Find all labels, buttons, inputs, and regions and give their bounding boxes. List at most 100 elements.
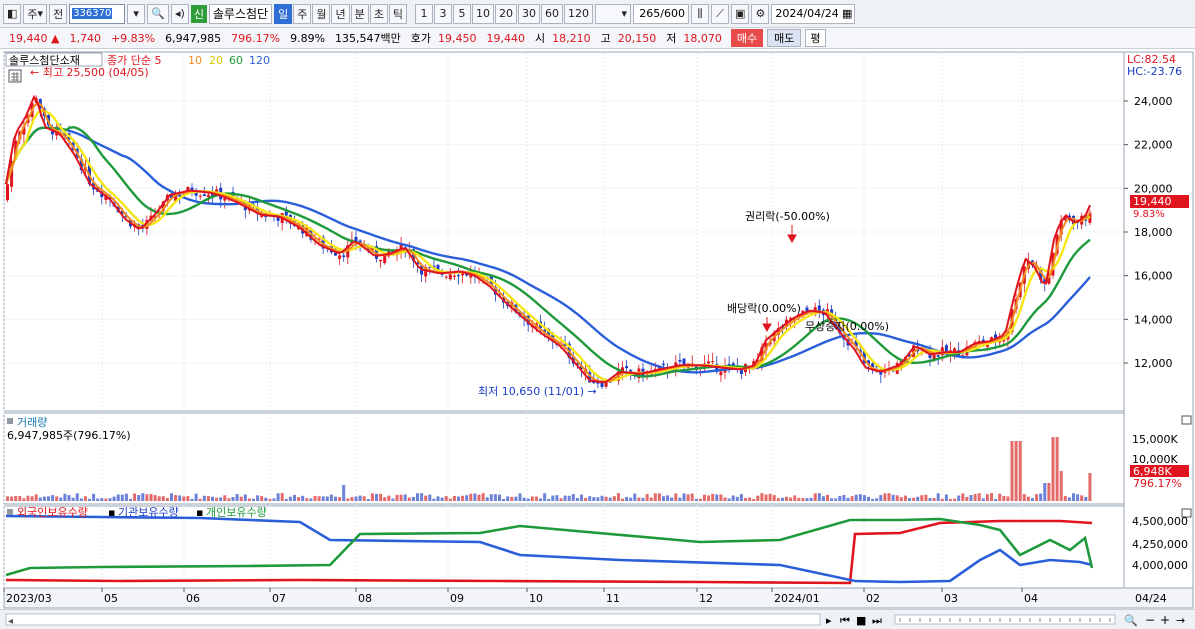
volume-bar <box>625 496 629 501</box>
stock-name: 솔루스첨단 <box>208 3 273 24</box>
volume-bar <box>748 497 752 501</box>
candle-body <box>457 275 460 277</box>
speaker-icon[interactable]: ◂) <box>170 3 189 24</box>
scroll-next-icon[interactable]: ▸ <box>826 614 832 627</box>
volume-bar <box>723 497 727 501</box>
chart-area[interactable]: 솔루스첨단소재 종가 단순 5 10 20 60 120 ← 최고 25,500… <box>0 50 1195 610</box>
volume-bar <box>944 494 948 501</box>
volume-bar <box>768 493 772 501</box>
volume-bar <box>239 496 243 501</box>
search-icon[interactable]: 🔍 <box>147 3 169 24</box>
volume-bar <box>932 498 936 501</box>
volume-bar <box>366 498 370 501</box>
calendar-icon[interactable]: ▦ <box>842 7 852 20</box>
volume-bar <box>518 493 522 501</box>
open-price: 18,210 <box>552 31 591 45</box>
volume-bar <box>83 496 87 501</box>
volume-close-icon[interactable] <box>1181 415 1192 425</box>
interval-1[interactable]: 1 <box>414 3 433 24</box>
volume-bar <box>182 496 186 501</box>
volume-bar <box>170 493 173 501</box>
custom-interval-dropdown[interactable]: ▾ <box>594 3 631 24</box>
buy-button[interactable]: 매수 <box>730 29 764 47</box>
zoom-in-icon[interactable]: + <box>1160 613 1170 627</box>
price-tick-label: 18,000 <box>1134 226 1173 239</box>
horizontal-scrollbar[interactable] <box>5 613 821 626</box>
zoom-out-icon[interactable]: − <box>1145 613 1155 627</box>
interval-20[interactable]: 20 <box>494 3 517 24</box>
sell-button[interactable]: 매도 <box>767 29 802 47</box>
date-input[interactable]: 2024/04/24 ▦ <box>771 3 856 24</box>
tab-month[interactable]: 월 <box>312 3 331 24</box>
volume-bar <box>342 485 346 501</box>
x-tick-label: 04 <box>1024 592 1038 605</box>
x-tick-label: 11 <box>606 592 620 605</box>
stock-chart[interactable]: 솔루스첨단소재 종가 단순 5 10 20 60 120 ← 최고 25,500… <box>0 50 1195 609</box>
chart-menu-icon[interactable]: ◧ <box>3 3 22 24</box>
tab-minute[interactable]: 분 <box>350 3 369 24</box>
prev-button[interactable]: 전 <box>49 3 68 24</box>
volume-bar <box>957 495 961 501</box>
volume-bar <box>145 494 149 501</box>
volume-bar <box>846 497 850 501</box>
eval-button[interactable]: 평 <box>805 29 826 47</box>
tab-tick[interactable]: 틱 <box>388 3 407 24</box>
candle-body <box>682 358 686 366</box>
code-dropdown-icon[interactable]: ▾ <box>127 3 146 24</box>
volume-bar <box>649 497 653 501</box>
volume-bar <box>567 495 571 501</box>
x-tick-label: 02 <box>866 592 880 605</box>
tab-second[interactable]: 초 <box>369 3 388 24</box>
high-price: 20,150 <box>617 31 657 45</box>
data-count-input[interactable]: 265/600 <box>632 3 689 24</box>
volume-bar <box>662 496 665 501</box>
volume-bar <box>190 498 194 501</box>
interval-60[interactable]: 60 <box>540 3 563 24</box>
volume-bar <box>465 495 469 501</box>
event-rights: 권리락(-50.00%) <box>745 210 830 223</box>
zoom-search-icon[interactable]: 🔍 <box>1124 613 1138 627</box>
gear-icon[interactable]: ⚙ <box>751 3 770 24</box>
interval-5[interactable]: 5 <box>452 3 471 24</box>
scroll-left-icon[interactable]: ◂ <box>8 616 13 627</box>
volume-bar <box>998 493 1002 501</box>
volume-bar <box>850 496 854 501</box>
volume-bar <box>789 497 793 501</box>
volume-bar <box>559 498 563 501</box>
zoom-arrow-icon[interactable]: → <box>1176 614 1185 627</box>
volume-bar <box>707 495 711 501</box>
candle-body <box>707 361 711 364</box>
volume-bar <box>526 498 530 501</box>
volume-bar <box>908 498 911 501</box>
volume-bar <box>653 493 657 501</box>
tab-year[interactable]: 년 <box>331 3 350 24</box>
tools-icon[interactable]: ⟋ <box>710 3 729 24</box>
ask-price: 19,440 <box>486 31 526 45</box>
holding-panel-marker <box>7 509 13 515</box>
scroll-last-icon[interactable]: ⏭ <box>872 614 882 627</box>
volume-bar <box>448 498 452 501</box>
holding-tick-4000000: 4,000,000 <box>1132 559 1188 572</box>
volume-bar <box>899 497 903 501</box>
volume-bar <box>272 498 276 501</box>
price-tick-label: 16,000 <box>1134 270 1173 283</box>
interval-120[interactable]: 120 <box>563 3 593 24</box>
tab-day[interactable]: 일 <box>274 3 293 24</box>
stock-code-input[interactable]: 336370 <box>69 3 126 24</box>
interval-3[interactable]: 3 <box>433 3 452 24</box>
candle-type-icon[interactable]: ⫼ <box>690 3 709 24</box>
interval-30[interactable]: 30 <box>517 3 540 24</box>
volume-bar <box>247 498 251 501</box>
volume-bar <box>969 494 973 501</box>
price-tick-label: 24,000 <box>1134 95 1173 108</box>
interval-10[interactable]: 10 <box>471 3 494 24</box>
volume-bar <box>211 496 214 501</box>
volume-bar <box>96 498 100 501</box>
period-select[interactable]: 주 ▾ <box>23 3 48 24</box>
zoom-slider[interactable] <box>894 614 1116 625</box>
save-icon[interactable]: ▣ <box>730 3 750 24</box>
scroll-first-icon[interactable]: ⏮ <box>840 614 850 627</box>
tab-week[interactable]: 주 <box>293 3 312 24</box>
stop-icon[interactable]: ■ <box>856 614 866 627</box>
legend-individual: 개인보유수량 <box>206 506 267 519</box>
